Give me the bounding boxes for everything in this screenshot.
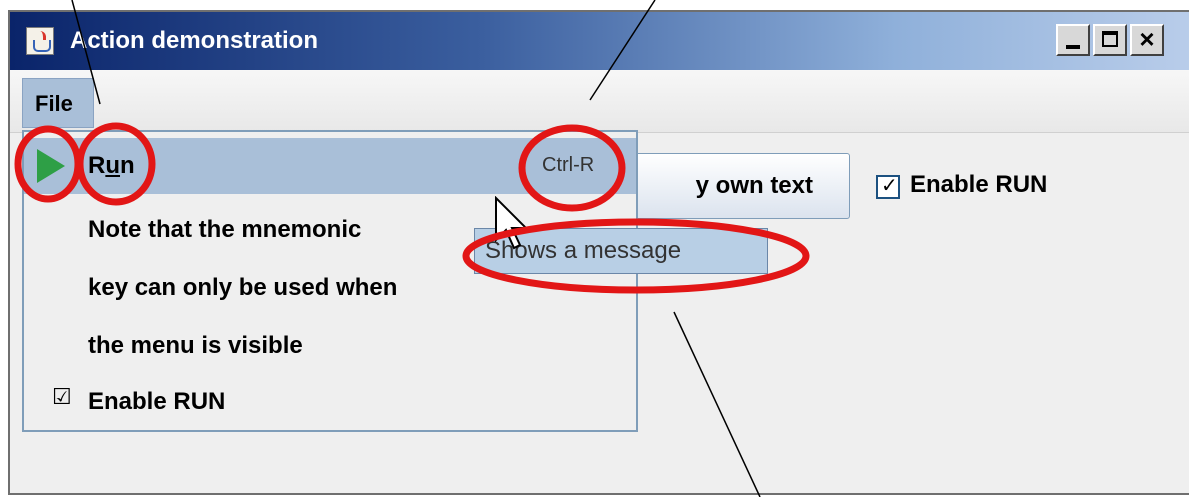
screenshot-root: Action demonstration × File y own text ✓ [0, 0, 1189, 497]
mouse-cursor-icon [495, 196, 529, 250]
file-dropdown-menu: Run Ctrl-R Note that the mnemonic key ca… [22, 130, 638, 432]
maximize-button[interactable] [1093, 24, 1127, 56]
maximize-icon [1102, 31, 1118, 47]
title-bar[interactable]: Action demonstration × [10, 12, 1189, 70]
enable-run-checkbox-label: Enable RUN [910, 171, 1048, 198]
close-button[interactable]: × [1130, 24, 1164, 56]
check-icon: ✓ [881, 175, 898, 197]
file-menu-label: File [35, 91, 73, 116]
close-icon: × [1139, 24, 1155, 54]
menu-bar: File [10, 70, 1189, 133]
play-icon [37, 149, 65, 183]
run-accelerator: Ctrl-R [542, 154, 595, 176]
menu-note-line[interactable]: the menu is visible [88, 332, 303, 360]
checkbox-checked-icon: ☑ [52, 384, 72, 409]
checkbox-box[interactable]: ✓ [876, 175, 900, 199]
menu-note-line[interactable]: Note that the mnemonic [88, 216, 361, 244]
menu-item-enable-run-label: Enable RUN [88, 388, 226, 415]
file-menu[interactable]: File [22, 78, 94, 128]
menu-note-line[interactable]: key can only be used when [88, 274, 397, 302]
java-cup-icon [26, 27, 54, 55]
own-text-button-label: y own text [695, 172, 813, 199]
window-title: Action demonstration [70, 27, 319, 54]
menu-item-run-label: Run [88, 152, 135, 179]
minimize-button[interactable] [1056, 24, 1090, 56]
minimize-icon [1066, 45, 1080, 49]
menu-item-run[interactable]: Run Ctrl-R [24, 138, 636, 194]
